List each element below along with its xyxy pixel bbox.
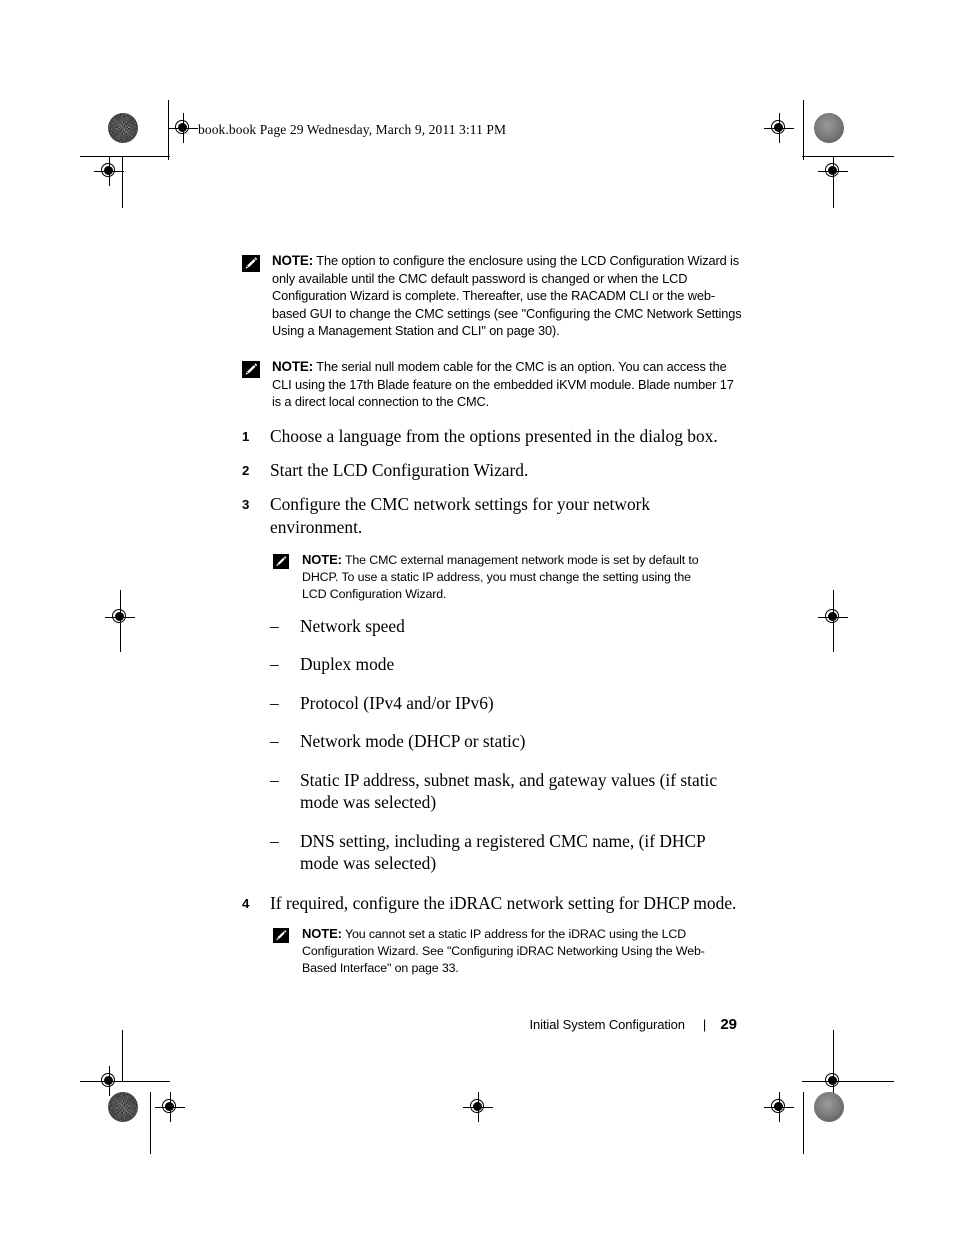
step-text: If required, configure the iDRAC network… <box>270 892 737 913</box>
crop-rule-middle-left-vertical <box>120 590 121 652</box>
halftone-registration-circle-bottom-right <box>814 1092 844 1122</box>
step-text: Configure the CMC network settings for y… <box>270 493 651 537</box>
page-footer: Initial System Configuration | 29 <box>242 1016 737 1038</box>
sub-list-item-text: Network speed <box>300 615 405 636</box>
note-label: NOTE: <box>272 253 314 268</box>
note-content: The option to configure the enclosure us… <box>272 253 742 339</box>
registration-mark-bottom-left <box>155 1092 185 1122</box>
note-label: NOTE: <box>302 551 342 567</box>
note-text-3: NOTE: The CMC external management networ… <box>302 551 717 603</box>
crop-rule-bottom-right-vertical <box>803 1092 804 1154</box>
halftone-registration-circle-bottom-left <box>108 1092 138 1122</box>
note-block-1: NOTE: The option to configure the enclos… <box>242 252 742 340</box>
note-block-3: NOTE: The CMC external management networ… <box>273 551 717 603</box>
step-text: Choose a language from the options prese… <box>270 425 718 446</box>
note-content: The CMC external management network mode… <box>302 552 699 601</box>
step-number: 1 <box>242 428 250 444</box>
crop-rule-right-lower-horizontal <box>802 1081 894 1082</box>
document-header-file-info: book.book Page 29 Wednesday, March 9, 20… <box>198 122 507 137</box>
step-number: 3 <box>242 496 250 512</box>
dash-bullet: – <box>270 769 279 790</box>
crop-rule-left-upper-vertical <box>122 156 123 208</box>
note-content: The serial null modem cable for the CMC … <box>272 358 734 410</box>
step-item-1: 1 Choose a language from the options pre… <box>242 425 742 448</box>
step-number: 2 <box>242 462 250 478</box>
sub-list-item-2: – Duplex mode <box>270 653 738 676</box>
step-text: Start the LCD Configuration Wizard. <box>270 459 529 480</box>
step-number: 4 <box>242 895 250 911</box>
note-text-4: NOTE: You cannot set a static IP address… <box>302 925 717 977</box>
page-content: NOTE: The option to configure the enclos… <box>242 252 742 989</box>
dash-bullet: – <box>270 654 279 675</box>
crop-rule-right-upper-horizontal <box>802 156 894 157</box>
note-pencil-icon <box>273 927 289 943</box>
dash-bullet: – <box>270 830 279 851</box>
note-block-2: NOTE: The serial null modem cable for th… <box>242 358 742 411</box>
registration-mark-bottom-right <box>764 1092 794 1122</box>
registration-mark-left-upper <box>94 156 124 186</box>
footer-chapter-title: Initial System Configuration <box>529 1017 685 1032</box>
registration-mark-top-right <box>764 113 794 143</box>
registration-mark-bottom-center <box>463 1092 493 1122</box>
note-text-2: NOTE: The serial null modem cable for th… <box>272 358 742 411</box>
crop-rule-right-upper-vertical <box>833 156 834 208</box>
sub-list-item-4: – Network mode (DHCP or static) <box>270 730 738 753</box>
crop-rule-top-right-vertical <box>803 100 804 160</box>
note-label: NOTE: <box>272 358 314 374</box>
sub-list-item-text: DNS setting, including a registered CMC … <box>300 830 706 874</box>
note-pencil-icon <box>242 255 260 272</box>
note-pencil-icon <box>242 360 260 378</box>
crop-rule-middle-right-vertical <box>833 590 834 652</box>
page-number: 29 <box>720 1016 737 1033</box>
sub-list-item-text: Network mode (DHCP or static) <box>300 731 526 752</box>
crop-rule-left-lower-horizontal <box>80 1081 170 1082</box>
halftone-registration-circle-top-right <box>814 113 844 143</box>
sub-list-item-text: Protocol (IPv4 and/or IPv6) <box>300 692 494 713</box>
sub-list-item-6: – DNS setting, including a registered CM… <box>270 830 738 875</box>
dash-bullet: – <box>270 731 279 752</box>
registration-mark-top-left <box>168 113 198 143</box>
sub-list-item-5: – Static IP address, subnet mask, and ga… <box>270 769 738 814</box>
sub-list-item-3: – Protocol (IPv4 and/or IPv6) <box>270 692 738 715</box>
dash-bullet: – <box>270 615 279 636</box>
dash-bullet: – <box>270 692 279 713</box>
document-page: book.book Page 29 Wednesday, March 9, 20… <box>0 0 954 1235</box>
step-item-3: 3 Configure the CMC network settings for… <box>242 493 742 539</box>
sub-list-item-1: – Network speed <box>270 615 738 638</box>
note-text-1: NOTE: The option to configure the enclos… <box>272 252 742 340</box>
step-item-2: 2 Start the LCD Configuration Wizard. <box>242 459 742 482</box>
halftone-registration-circle-top-left <box>108 113 138 143</box>
step-item-4: 4 If required, configure the iDRAC netwo… <box>242 892 742 915</box>
footer-separator: | <box>702 1017 707 1032</box>
sub-list-item-text: Duplex mode <box>300 654 395 675</box>
crop-rule-bottom-left-vertical <box>150 1092 151 1154</box>
note-block-4: NOTE: You cannot set a static IP address… <box>273 925 717 977</box>
sub-list-item-text: Static IP address, subnet mask, and gate… <box>300 769 718 813</box>
note-pencil-icon <box>273 553 289 569</box>
note-content: You cannot set a static IP address for t… <box>302 926 705 975</box>
note-label: NOTE: <box>302 925 342 941</box>
